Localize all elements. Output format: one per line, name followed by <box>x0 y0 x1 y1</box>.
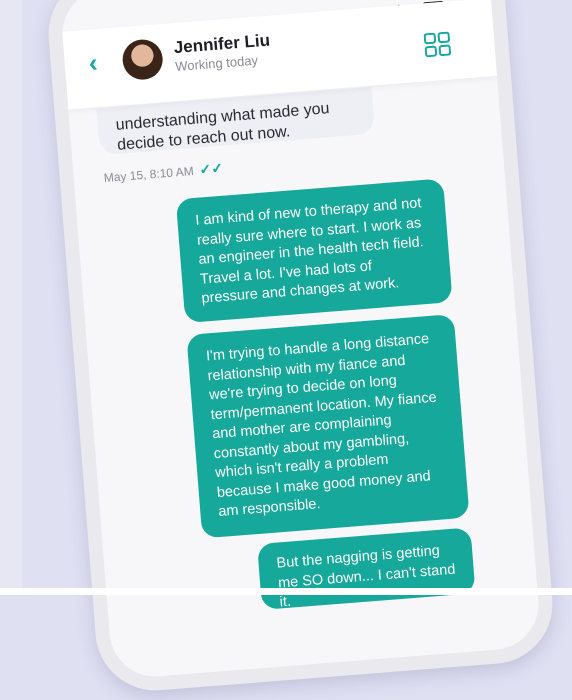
sent-message: I'm trying to handle a long distance rel… <box>186 313 470 539</box>
phone-mockup: ıııl ≋ understanding what made you decid… <box>0 0 572 695</box>
avatar[interactable] <box>121 38 165 82</box>
sent-message: I am kind of new to therapy and not real… <box>175 178 453 324</box>
bottom-strip <box>0 588 572 595</box>
read-receipt-icon: ✓✓ <box>198 159 224 178</box>
sent-message-text: But the nagging is getting me SO down...… <box>275 542 456 611</box>
sent-message-text: I'm trying to handle a long distance rel… <box>205 331 438 521</box>
sent-message-text: I am kind of new to therapy and not real… <box>194 195 425 307</box>
message-timestamp: May 15, 8:10 AM <box>103 163 195 185</box>
grid-menu-icon[interactable] <box>423 31 452 58</box>
chevron-left-icon[interactable]: ‹ <box>88 47 99 79</box>
message-meta: May 15, 8:10 AM ✓✓ <box>103 160 223 186</box>
sent-message: But the nagging is getting me SO down...… <box>257 527 476 611</box>
chat-screen: ıııl ≋ understanding what made you decid… <box>59 0 542 680</box>
